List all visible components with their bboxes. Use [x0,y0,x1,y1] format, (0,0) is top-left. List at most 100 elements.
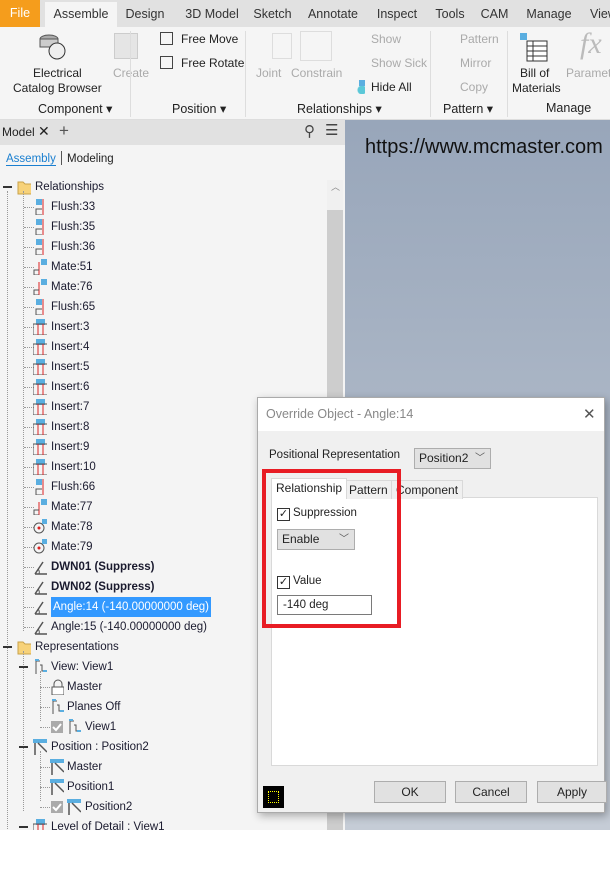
tree-node[interactable]: Mate:77 [51,497,93,517]
tree-node[interactable]: DWN02 (Suppress) [51,577,155,597]
relationships-group-label[interactable]: Relationships ▾ [297,101,382,116]
tree-node-planes-off[interactable]: Planes Off [67,697,121,717]
assembly-tab[interactable]: Assembly [6,153,56,166]
tree-node[interactable]: Flush:33 [51,197,95,217]
create-button[interactable]: Create [113,66,149,80]
collapse-icon[interactable] [3,186,12,188]
tree-node[interactable]: Flush:66 [51,477,95,497]
tree-node[interactable]: Flush:36 [51,237,95,257]
tab-tools[interactable]: Tools [430,2,470,27]
tree-node[interactable]: Mate:78 [51,517,93,537]
joint-button[interactable]: Joint [256,66,281,80]
tab-cam[interactable]: CAM [477,2,512,27]
tree-node[interactable]: Insert:5 [51,357,89,377]
tab-manage[interactable]: Manage [524,2,574,27]
modeling-tab[interactable]: Modeling [67,153,114,165]
tree-node[interactable]: Flush:65 [51,297,95,317]
tree-node[interactable]: Mate:76 [51,277,93,297]
tab-sketch[interactable]: Sketch [250,2,295,27]
insert-icon [33,419,47,435]
tab-component[interactable]: Component [391,480,464,499]
close-icon[interactable]: ✕ [583,405,596,423]
scroll-up-icon[interactable]: ︿ [331,180,340,193]
tab-inspect[interactable]: Inspect [372,2,422,27]
tab-file[interactable]: File [0,0,40,27]
flush-icon [35,299,44,315]
model-tab[interactable]: Model [2,125,35,139]
tree-node[interactable]: Insert:6 [51,377,89,397]
positional-representation-select[interactable]: Position2 ﹀ [414,448,491,469]
manage-group-label: Manage [546,101,592,115]
tree-node[interactable]: Mate:79 [51,537,93,557]
ok-button[interactable]: OK [374,781,446,803]
tree-node-position2[interactable]: Position2 [85,797,132,817]
constrain-button[interactable]: Constrain [291,66,342,80]
mirror-button[interactable]: Mirror [460,56,491,70]
tree-node-position1[interactable]: Position1 [67,777,114,797]
pattern-button[interactable]: Pattern [460,32,499,46]
collapse-icon[interactable] [19,826,28,828]
tree-node[interactable]: Insert:9 [51,437,89,457]
tree-node-master[interactable]: Master [67,757,102,777]
help-icon[interactable] [263,786,284,808]
tab-assemble[interactable]: Assemble [45,2,117,27]
menu-icon[interactable]: ☰ [325,121,338,139]
apply-button[interactable]: Apply [537,781,607,803]
tree-node[interactable]: Flush:35 [51,217,95,237]
hide-all-button[interactable]: Hide All [371,80,412,94]
collapse-icon[interactable] [19,666,28,668]
tree-node[interactable]: Angle:15 (-140.00000000 deg) [51,617,207,637]
collapse-icon[interactable] [3,646,12,648]
tree-node[interactable]: Insert:7 [51,397,89,417]
insert-icon [33,819,47,830]
pos-icon [50,779,64,795]
tab-design[interactable]: Design [120,2,170,27]
pos-icon [67,799,81,815]
tab-view[interactable]: View [590,2,610,27]
parameters-button[interactable]: Paramet [566,66,610,80]
tree-node[interactable]: Insert:4 [51,337,89,357]
component-group-label[interactable]: Component ▾ [38,101,112,116]
tree-node-view[interactable]: View: View1 [51,657,113,677]
tree-node[interactable]: Insert:8 [51,417,89,437]
angmate-icon [33,539,47,554]
tree-node[interactable]: Insert:10 [51,457,96,477]
tab-annotate[interactable]: Annotate [303,2,363,27]
free-move-button[interactable]: Free Move [181,32,238,46]
positional-representation-label: Positional Representation [269,449,401,461]
tree-node-master[interactable]: Master [67,677,102,697]
position-group-label[interactable]: Position ▾ [172,101,226,116]
tree-node[interactable]: Mate:51 [51,257,93,277]
insert-icon [33,359,47,375]
check-icon [51,721,63,733]
collapse-icon[interactable] [19,746,28,748]
tree-node-view1[interactable]: View1 [85,717,116,737]
free-rotate-icon [160,56,173,69]
add-tab-icon[interactable]: + [59,121,69,141]
insert-icon [33,339,47,355]
tree-node[interactable]: Insert:3 [51,317,89,337]
tree-node[interactable]: Angle:14 (-140.00000000 deg) [51,597,212,617]
copy-button[interactable]: Copy [460,80,488,94]
bill-of-materials-button[interactable]: Bill of [520,66,549,80]
tree-node-relationships[interactable]: Relationships [35,177,104,197]
tree-node[interactable]: DWN01 (Suppress) [51,557,155,577]
view-icon [52,699,64,714]
tree-node-representations[interactable]: Representations [35,637,119,657]
tree-node-level-of-detail[interactable]: Level of Detail : View1 [51,817,165,830]
selected-value: Position2 [419,451,469,465]
pattern-group-label[interactable]: Pattern ▾ [443,101,493,116]
lock-icon [51,679,64,695]
show-sick-button[interactable]: Show Sick [371,56,427,70]
show-button[interactable]: Show [371,32,401,46]
electrical-catalog-button[interactable]: Electrical [33,66,82,80]
catalog-browser-label[interactable]: Catalog Browser [13,81,102,95]
tab-3d-model[interactable]: 3D Model [177,2,247,27]
close-icon[interactable]: ✕ [38,123,50,140]
view-icon [69,719,81,734]
tree-node-position[interactable]: Position : Position2 [51,737,149,757]
free-rotate-button[interactable]: Free Rotate [181,56,244,70]
search-icon[interactable]: ⚲ [304,122,315,140]
parameters-icon: fx [580,27,602,60]
cancel-button[interactable]: Cancel [455,781,527,803]
